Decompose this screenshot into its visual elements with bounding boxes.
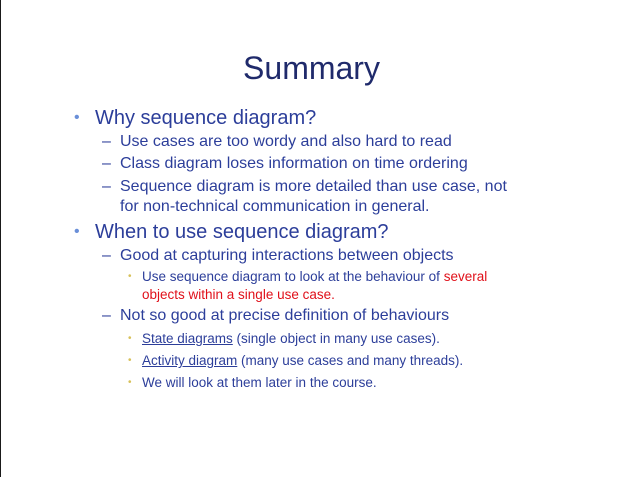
emphasis-text: several <box>443 269 488 284</box>
bullet-icon: • <box>74 109 80 126</box>
emphasis-text: objects within a single use case. <box>142 287 335 302</box>
detail-text: Use sequence diagram to look at the beha… <box>142 268 487 285</box>
dash-icon: – <box>102 178 111 195</box>
dot-icon: • <box>128 333 132 344</box>
sub-item-text: Class diagram loses information on time … <box>120 155 468 172</box>
dash-icon: – <box>102 247 111 264</box>
bullet-text: When to use sequence diagram? <box>95 221 389 243</box>
sub-item-text: Not so good at precise definition of beh… <box>120 307 450 324</box>
dot-icon: • <box>128 271 132 282</box>
detail-text: State diagrams (single object in many us… <box>142 330 440 347</box>
bullet-text: Why sequence diagram? <box>95 107 317 129</box>
bullet-icon: • <box>74 223 80 240</box>
detail-text: Activity diagram (many use cases and man… <box>142 352 463 369</box>
sub-item-text: Use cases are too wordy and also hard to… <box>120 133 452 150</box>
sub-item-text: for non-technical communication in gener… <box>120 198 430 215</box>
slide: Summary • Why sequence diagram? – Use ca… <box>0 0 622 477</box>
slide-title: Summary <box>243 50 380 86</box>
dash-icon: – <box>102 155 111 172</box>
detail-text-plain: (single object in many use cases). <box>232 331 440 346</box>
sub-item-text: Good at capturing interactions between o… <box>120 247 454 264</box>
dash-icon: – <box>102 307 111 324</box>
state-diagrams-link[interactable]: State diagrams <box>142 331 233 346</box>
dash-icon: – <box>102 133 111 150</box>
activity-diagram-link[interactable]: Activity diagram <box>142 353 237 368</box>
dot-icon: • <box>128 355 132 366</box>
dot-icon: • <box>128 377 132 388</box>
detail-text-plain: (many use cases and many threads). <box>237 353 464 368</box>
detail-text-plain: Use sequence diagram to look at the beha… <box>142 269 444 284</box>
sub-item-text: Sequence diagram is more detailed than u… <box>120 178 507 195</box>
detail-text: We will look at them later in the course… <box>142 375 377 390</box>
